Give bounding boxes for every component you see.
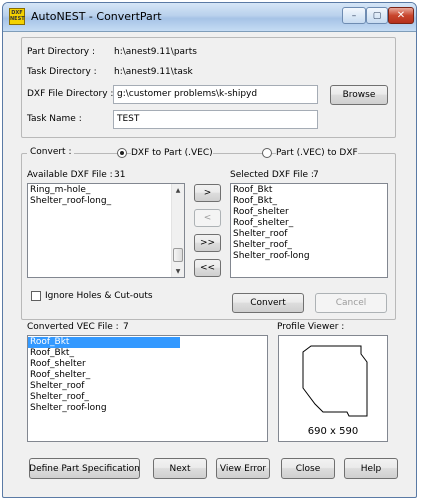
convert-button[interactable]: Convert xyxy=(232,293,304,313)
part-directory-label: Part Directory : xyxy=(27,47,96,57)
close-icon: ✕ xyxy=(396,10,406,21)
move-all-right-button[interactable]: >> xyxy=(194,234,221,252)
dxf-to-part-label[interactable]: DXF to Part (.VEC) xyxy=(131,148,213,158)
move-all-left-button[interactable]: << xyxy=(194,259,221,277)
dxf-directory-field[interactable]: g:\customer problems\k-shipyd xyxy=(113,85,318,104)
part-directory-value: h:\anest9.11\parts xyxy=(114,47,197,57)
convert-label: Convert : xyxy=(27,147,75,157)
list-item[interactable]: Roof_Bkt_ xyxy=(28,348,267,359)
list-item[interactable]: Shelter_roof-long_ xyxy=(28,196,184,207)
close-window-button[interactable]: ✕ xyxy=(388,7,414,24)
dxf-directory-label: DXF File Directory : xyxy=(27,89,114,99)
list-item[interactable]: Shelter_roof_ xyxy=(28,392,267,403)
list-item[interactable]: Shelter_roof_ xyxy=(231,240,387,251)
maximize-button[interactable]: ▢ xyxy=(366,7,388,24)
minimize-icon: – xyxy=(351,10,357,21)
list-item[interactable]: Shelter_roof-long xyxy=(231,251,387,262)
list-item-selected[interactable]: Roof_Bkt xyxy=(28,337,180,348)
scroll-up-icon[interactable]: ▲ xyxy=(172,184,184,196)
profile-viewer-label: Profile Viewer : xyxy=(277,322,345,332)
app-icon: DXF NEST xyxy=(9,8,25,25)
list-item[interactable]: Roof_shelter_ xyxy=(28,370,267,381)
title-bar[interactable]: DXF NEST AutoNEST - ConvertPart – ▢ ✕ xyxy=(3,3,416,32)
list-item[interactable]: Roof_Bkt_ xyxy=(231,196,387,207)
available-dxf-count: 31 xyxy=(114,170,126,180)
next-button[interactable]: Next xyxy=(153,458,207,479)
ignore-holes-checkbox[interactable] xyxy=(31,291,41,301)
part-to-dxf-label[interactable]: Part (.VEC) to DXF xyxy=(276,148,358,158)
move-one-right-button[interactable]: > xyxy=(194,184,221,202)
converted-vec-label: Converted VEC File : xyxy=(27,322,119,332)
list-item[interactable]: Roof_shelter xyxy=(28,359,267,370)
close-button[interactable]: Close xyxy=(281,458,335,479)
available-list-scrollbar[interactable]: ▲ ▼ xyxy=(171,184,184,277)
dxf-to-part-radio[interactable] xyxy=(117,148,127,158)
help-button[interactable]: Help xyxy=(344,458,398,479)
list-item[interactable]: Roof_Bkt xyxy=(231,185,387,196)
window-title: AutoNEST - ConvertPart xyxy=(31,10,162,23)
converted-vec-count: 7 xyxy=(123,322,129,332)
available-dxf-label: Available DXF File : xyxy=(27,170,113,180)
profile-dimensions: 690 x 590 xyxy=(307,426,359,437)
task-directory-label: Task Directory : xyxy=(27,67,97,77)
task-name-field[interactable]: TEST xyxy=(113,110,318,129)
view-error-button[interactable]: View Error xyxy=(216,458,270,479)
move-one-left-button[interactable]: < xyxy=(194,209,221,227)
list-item[interactable]: Ring_m-hole_ xyxy=(28,185,184,196)
minimize-button[interactable]: – xyxy=(342,7,366,24)
list-item[interactable]: Shelter_roof xyxy=(231,229,387,240)
define-part-spec-button[interactable]: Define Part Specification xyxy=(29,458,140,479)
selected-dxf-label: Selected DXF File : xyxy=(230,170,314,180)
maximize-icon: ▢ xyxy=(372,10,382,21)
list-item[interactable]: Roof_shelter xyxy=(231,207,387,218)
convertpart-window: DXF NEST AutoNEST - ConvertPart – ▢ ✕ Pa… xyxy=(2,2,417,498)
scroll-thumb[interactable] xyxy=(173,248,183,262)
list-item[interactable]: Shelter_roof xyxy=(28,381,267,392)
selected-dxf-list[interactable]: Roof_Bkt Roof_Bkt_ Roof_shelter Roof_she… xyxy=(230,183,388,278)
scroll-down-icon[interactable]: ▼ xyxy=(172,265,184,277)
profile-viewer-panel: 690 x 590 xyxy=(278,335,388,442)
converted-vec-list[interactable]: Roof_Bkt Roof_Bkt_ Roof_shelter Roof_she… xyxy=(27,335,268,442)
list-item[interactable]: Shelter_roof-long xyxy=(28,403,267,414)
cancel-button[interactable]: Cancel xyxy=(315,293,387,313)
browse-button[interactable]: Browse xyxy=(330,85,388,105)
selected-dxf-count: 7 xyxy=(313,170,319,180)
list-item[interactable]: Roof_shelter_ xyxy=(231,218,387,229)
part-profile-shape xyxy=(302,345,368,417)
available-dxf-list[interactable]: Ring_m-hole_ Shelter_roof-long_ ▲ ▼ xyxy=(27,183,185,278)
task-name-label: Task Name : xyxy=(27,114,82,124)
task-directory-value: h:\anest9.11\task xyxy=(114,67,193,77)
part-to-dxf-radio[interactable] xyxy=(262,148,272,158)
ignore-holes-label[interactable]: Ignore Holes & Cut-outs xyxy=(45,291,153,301)
